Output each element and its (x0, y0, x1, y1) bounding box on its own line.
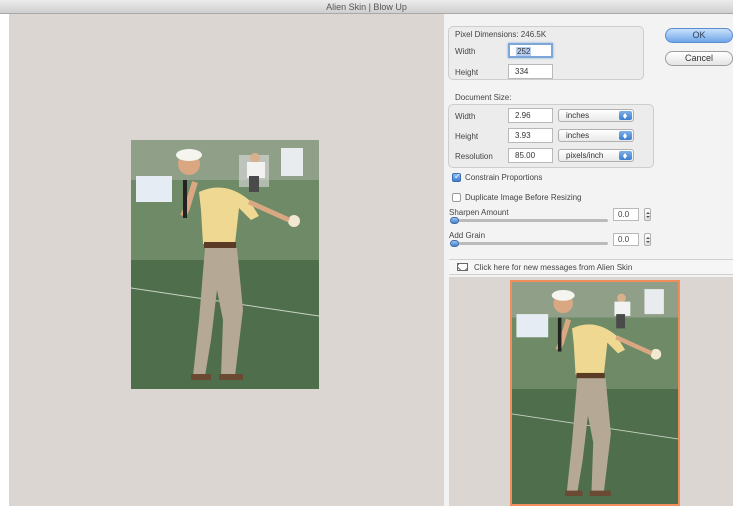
document-size-label: Document Size: (455, 93, 512, 102)
doc-height-label: Height (455, 132, 479, 141)
window-title: Alien Skin | Blow Up (0, 0, 733, 14)
sharpen-slider-track[interactable] (451, 219, 608, 222)
pixel-height-label: Height (455, 68, 479, 77)
doc-width-label: Width (455, 112, 476, 121)
duplicate-image-checkbox[interactable] (452, 193, 461, 202)
navigator-pane[interactable] (449, 277, 733, 506)
sharpen-slider-knob[interactable] (450, 217, 459, 224)
doc-width-unit-select[interactable]: inches (558, 109, 634, 122)
constrain-proportions-label[interactable]: Constrain Proportions (465, 173, 542, 182)
duplicate-image-label[interactable]: Duplicate Image Before Resizing (465, 193, 582, 202)
add-grain-label: Add Grain (449, 231, 486, 240)
resolution-field[interactable]: 85.00 (508, 148, 553, 163)
doc-height-unit: inches (566, 131, 590, 140)
messages-bar[interactable]: Click here for new messages from Alien S… (449, 259, 733, 275)
resolution-label: Resolution (455, 152, 493, 161)
blow-up-window: Alien Skin | Blow Up Pixel Dimensions: 2… (0, 0, 733, 506)
sharpen-value-field[interactable]: 0.0 (613, 208, 639, 221)
doc-height-field[interactable]: 3.93 (508, 128, 553, 143)
grain-stepper[interactable] (644, 233, 651, 246)
pixel-width-field[interactable]: 252 (508, 43, 553, 58)
doc-height-unit-select[interactable]: inches (558, 129, 634, 142)
cancel-button[interactable]: Cancel (665, 51, 733, 66)
ok-button[interactable]: OK (665, 28, 733, 43)
sharpen-amount-label: Sharpen Amount (449, 208, 509, 217)
grain-slider-knob[interactable] (450, 240, 459, 247)
pixel-dimensions-label: Pixel Dimensions: 246.5K (455, 30, 547, 39)
sharpen-stepper[interactable] (644, 208, 651, 221)
pixel-width-value: 252 (516, 47, 532, 56)
window-edge (0, 14, 9, 506)
grain-value-field[interactable]: 0.0 (613, 233, 639, 246)
resolution-unit-select[interactable]: pixels/inch (558, 149, 634, 162)
doc-width-unit: inches (566, 111, 590, 120)
preview-photo (131, 140, 319, 389)
select-arrows-icon (619, 151, 632, 160)
grain-slider-track[interactable] (451, 242, 608, 245)
preview-canvas[interactable] (9, 14, 444, 506)
messages-link[interactable]: Click here for new messages from Alien S… (474, 263, 632, 272)
pixel-width-label: Width (455, 47, 476, 56)
envelope-icon (457, 263, 468, 271)
constrain-proportions-checkbox[interactable] (452, 172, 461, 182)
pixel-height-field[interactable]: 334 (508, 64, 553, 79)
navigator-viewport[interactable] (510, 280, 680, 506)
select-arrows-icon (619, 111, 632, 120)
select-arrows-icon (619, 131, 632, 140)
doc-width-field[interactable]: 2.96 (508, 108, 553, 123)
resolution-unit: pixels/inch (566, 151, 604, 160)
